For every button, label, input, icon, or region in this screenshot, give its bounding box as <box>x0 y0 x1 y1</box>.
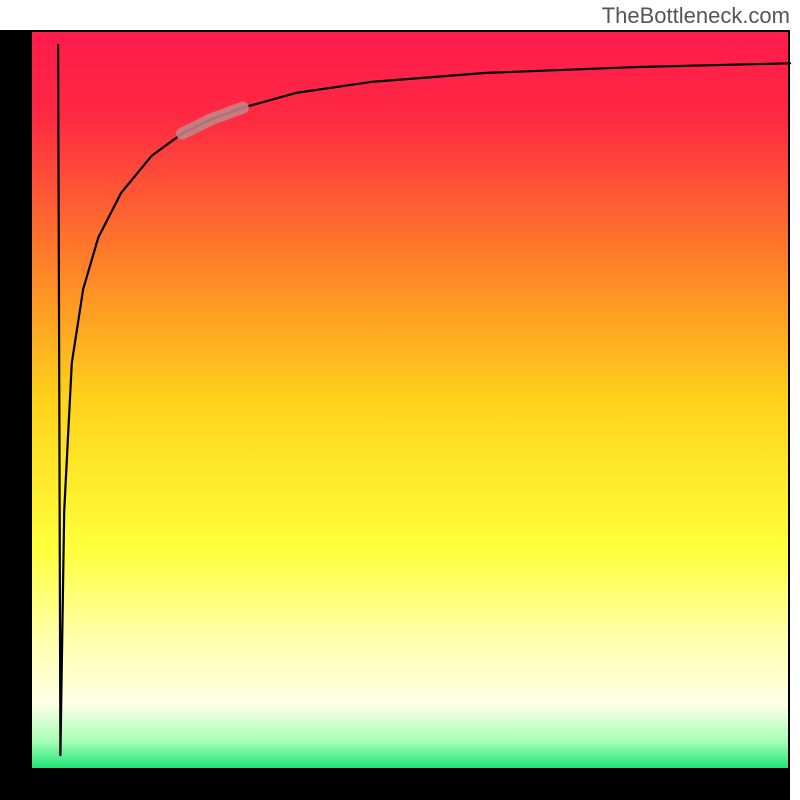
plot-background <box>30 30 790 770</box>
axis-left <box>0 0 30 800</box>
right-margin <box>790 0 800 800</box>
chart-container: TheBottleneck.com <box>0 0 800 800</box>
axis-bottom <box>0 770 800 800</box>
plot-top-edge <box>30 30 790 32</box>
bottleneck-chart <box>0 0 800 800</box>
plot-right-edge <box>788 30 790 770</box>
attribution-label: TheBottleneck.com <box>602 3 790 29</box>
